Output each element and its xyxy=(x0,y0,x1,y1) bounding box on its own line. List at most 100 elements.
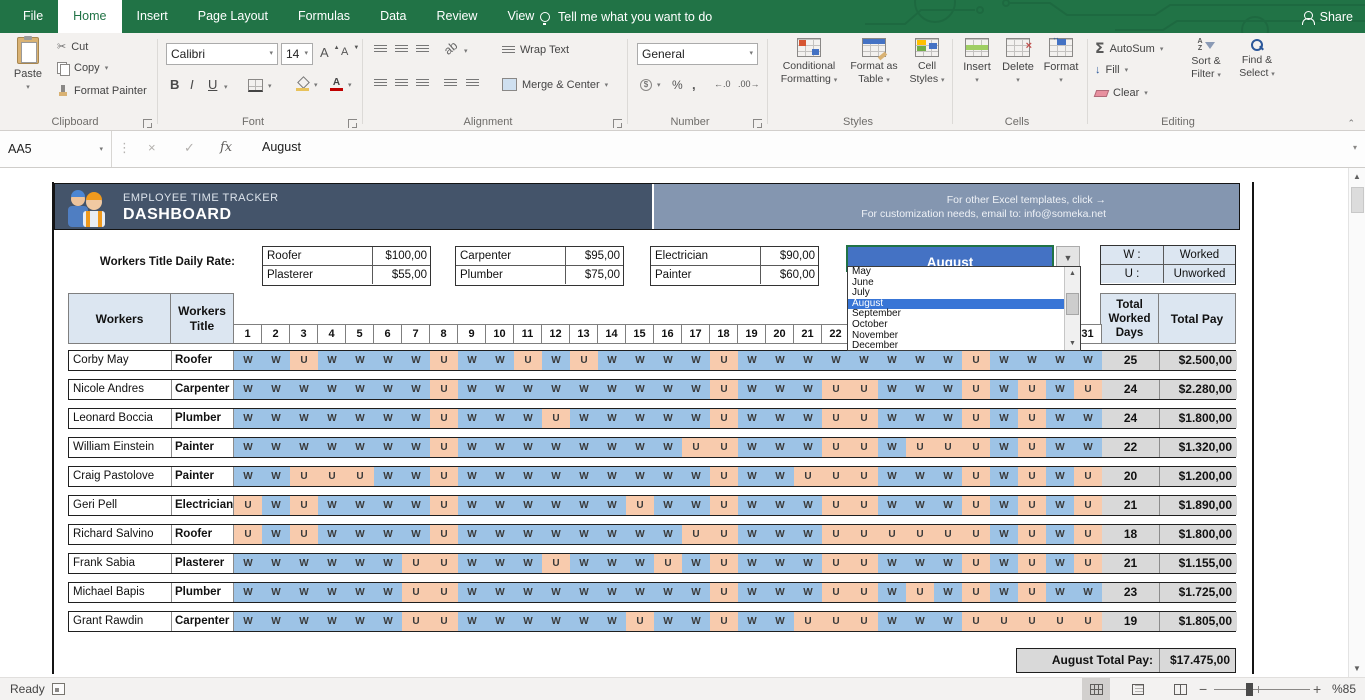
day-status-cell[interactable]: W xyxy=(346,583,375,602)
day-status-cell[interactable]: U xyxy=(1018,438,1047,457)
day-status-cell[interactable]: W xyxy=(514,380,543,399)
total-pay-header[interactable]: Total Pay xyxy=(1158,293,1236,344)
worker-title-cell[interactable]: Roofer xyxy=(172,351,234,370)
day-status-cell[interactable]: W xyxy=(1018,351,1047,370)
day-status-cell[interactable]: W xyxy=(318,612,347,631)
day-status-cell[interactable]: U xyxy=(794,612,823,631)
day-status-cell[interactable]: W xyxy=(486,438,515,457)
day-status-cell[interactable]: W xyxy=(682,380,711,399)
day-status-cell[interactable]: W xyxy=(1074,583,1103,602)
worker-title-cell[interactable]: Plumber xyxy=(172,409,234,428)
day-status-cell[interactable]: W xyxy=(486,554,515,573)
day-status-cell[interactable]: U xyxy=(1018,583,1047,602)
worker-title-cell[interactable]: Plasterer xyxy=(172,554,234,573)
day-status-cell[interactable]: U xyxy=(430,351,459,370)
day-status-cell[interactable]: W xyxy=(542,380,571,399)
day-status-cell[interactable]: W xyxy=(570,380,599,399)
month-option-may[interactable]: May xyxy=(848,267,1080,278)
day-status-cell[interactable]: U xyxy=(822,583,851,602)
day-status-cell[interactable]: W xyxy=(738,525,767,544)
day-status-cell[interactable]: U xyxy=(430,496,459,515)
day-status-cell[interactable]: U xyxy=(1018,496,1047,515)
day-status-cell[interactable]: W xyxy=(738,496,767,515)
increase-decimal-button[interactable]: ←.0 xyxy=(714,79,731,89)
day-status-cell[interactable]: W xyxy=(486,612,515,631)
day-status-cell[interactable]: W xyxy=(766,438,795,457)
italic-button[interactable]: I xyxy=(190,77,194,92)
day-status-cell[interactable]: W xyxy=(598,612,627,631)
day-status-cell[interactable]: U xyxy=(1074,467,1103,486)
rate-title-cell[interactable]: Carpenter xyxy=(456,247,566,265)
day-status-cell[interactable]: W xyxy=(346,525,375,544)
day-status-cell[interactable]: W xyxy=(318,496,347,515)
cell-styles-button[interactable]: Cell Styles ▾ xyxy=(903,38,951,87)
day-status-cell[interactable]: W xyxy=(906,467,935,486)
day-status-cell[interactable]: W xyxy=(290,554,319,573)
day-status-cell[interactable]: U xyxy=(850,583,879,602)
day-status-cell[interactable]: U xyxy=(1018,525,1047,544)
day-status-cell[interactable]: W xyxy=(598,438,627,457)
worker-name-cell[interactable]: Leonard Boccia xyxy=(69,409,172,428)
day-status-cell[interactable]: W xyxy=(262,496,291,515)
worker-name-cell[interactable]: Geri Pell xyxy=(69,496,172,515)
day-header-cell[interactable]: 11 xyxy=(513,324,542,344)
day-status-cell[interactable]: W xyxy=(1046,583,1075,602)
day-status-cell[interactable]: W xyxy=(374,438,403,457)
day-status-cell[interactable]: W xyxy=(934,467,963,486)
day-status-cell[interactable]: W xyxy=(542,583,571,602)
total-pay-cell[interactable]: $1.725,00 xyxy=(1160,583,1237,602)
decrease-decimal-button[interactable]: .00→ xyxy=(738,79,760,89)
number-format-select[interactable]: General▾ xyxy=(637,43,758,65)
day-status-cell[interactable]: U xyxy=(850,525,879,544)
day-status-cell[interactable]: U xyxy=(1074,554,1103,573)
workers-column-header[interactable]: Workers xyxy=(68,293,171,344)
day-status-cell[interactable]: W xyxy=(766,583,795,602)
day-header-cell[interactable]: 10 xyxy=(485,324,514,344)
font-dialog-launcher-icon[interactable] xyxy=(348,119,357,128)
day-status-cell[interactable]: U xyxy=(1018,554,1047,573)
share-button[interactable]: Share xyxy=(1302,0,1353,33)
cut-button[interactable]: ✂Cut xyxy=(57,40,88,53)
day-status-cell[interactable]: W xyxy=(486,525,515,544)
tab-review[interactable]: Review xyxy=(421,0,492,33)
day-status-cell[interactable]: W xyxy=(906,409,935,428)
day-status-cell[interactable]: W xyxy=(1074,351,1103,370)
total-pay-cell[interactable]: $1.155,00 xyxy=(1160,554,1237,573)
day-header-cell[interactable]: 15 xyxy=(625,324,654,344)
day-status-cell[interactable]: U xyxy=(430,554,459,573)
day-status-cell[interactable]: W xyxy=(374,583,403,602)
day-status-cell[interactable]: U xyxy=(402,554,431,573)
name-box[interactable]: AA5▾ xyxy=(0,131,112,167)
total-worked-days-cell[interactable]: 24 xyxy=(1102,409,1160,428)
day-status-cell[interactable]: W xyxy=(682,612,711,631)
day-status-cell[interactable]: W xyxy=(374,496,403,515)
total-worked-days-cell[interactable]: 21 xyxy=(1102,554,1160,573)
day-status-cell[interactable]: U xyxy=(710,525,739,544)
day-status-cell[interactable]: U xyxy=(962,525,991,544)
day-status-cell[interactable]: U xyxy=(962,496,991,515)
day-status-cell[interactable]: W xyxy=(374,525,403,544)
day-status-cell[interactable]: U xyxy=(822,525,851,544)
worker-name-cell[interactable]: Grant Rawdin xyxy=(69,612,172,631)
wrap-text-button[interactable]: Wrap Text xyxy=(502,44,569,56)
accounting-format-button[interactable]: $▾ xyxy=(640,79,661,91)
day-status-cell[interactable]: U xyxy=(1018,612,1047,631)
copy-button[interactable]: Copy▾ xyxy=(57,62,108,74)
day-status-cell[interactable]: U xyxy=(290,351,319,370)
worker-name-cell[interactable]: Michael Bapis xyxy=(69,583,172,602)
day-status-cell[interactable]: W xyxy=(570,554,599,573)
fill-button[interactable]: ↓Fill▾ xyxy=(1095,64,1128,76)
day-status-cell[interactable]: U xyxy=(710,380,739,399)
worker-title-cell[interactable]: Painter xyxy=(172,438,234,457)
day-status-cell[interactable]: U xyxy=(934,525,963,544)
day-status-cell[interactable]: W xyxy=(570,409,599,428)
worker-title-cell[interactable]: Carpenter xyxy=(172,612,234,631)
day-status-cell[interactable]: W xyxy=(990,467,1019,486)
day-status-cell[interactable]: W xyxy=(654,380,683,399)
day-status-cell[interactable]: W xyxy=(402,351,431,370)
day-status-cell[interactable]: W xyxy=(738,467,767,486)
day-status-cell[interactable]: W xyxy=(794,583,823,602)
day-status-cell[interactable]: W xyxy=(878,583,907,602)
day-status-cell[interactable]: W xyxy=(290,409,319,428)
month-option-december[interactable]: December xyxy=(848,341,1080,352)
